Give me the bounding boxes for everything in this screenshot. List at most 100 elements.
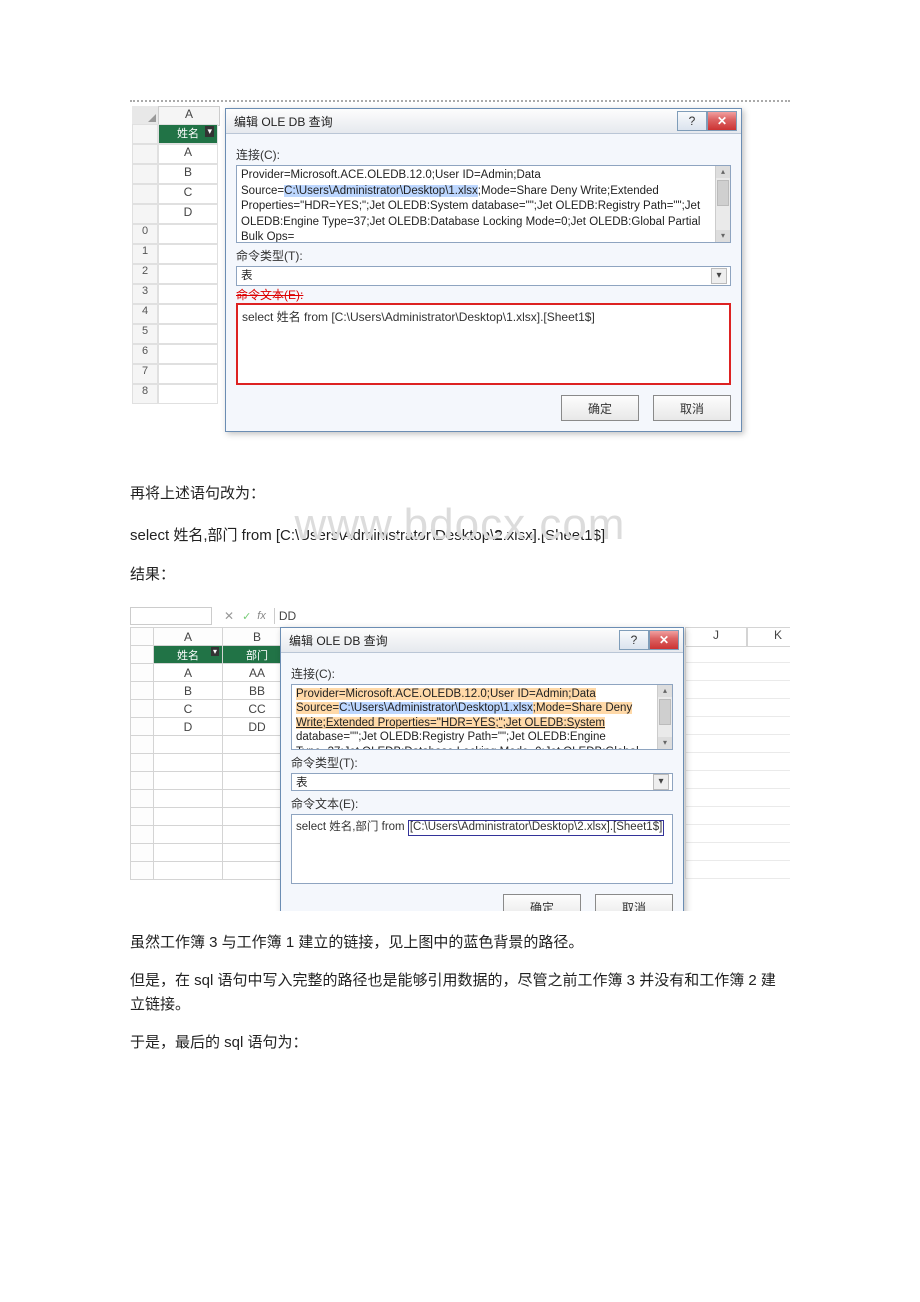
ok-button[interactable]: 确定 — [503, 894, 581, 911]
select-all-cell[interactable] — [132, 106, 159, 124]
formula-bar: ✕ ✓ fx DD — [130, 607, 790, 625]
row-header[interactable]: 1 — [132, 244, 158, 264]
cell[interactable] — [158, 304, 218, 324]
row-header[interactable] — [132, 144, 158, 164]
connection-textarea[interactable]: Provider=Microsoft.ACE.OLEDB.12.0;User I… — [236, 165, 731, 243]
cell[interactable]: A — [158, 144, 218, 164]
dialog-titlebar[interactable]: 编辑 OLE DB 查询 ? ✕ — [281, 628, 683, 653]
row-header[interactable]: 5 — [132, 324, 158, 344]
scrollbar[interactable]: ▴ ▾ — [715, 166, 730, 242]
row-header[interactable] — [131, 646, 154, 664]
scroll-down-icon[interactable]: ▾ — [716, 230, 730, 242]
row-header[interactable] — [132, 204, 158, 224]
formula-bar-value[interactable]: DD — [279, 609, 296, 623]
select-all-cell[interactable] — [131, 628, 154, 646]
conn-text-highlight: ;Mode=Share Deny — [533, 702, 632, 714]
scroll-thumb[interactable] — [717, 180, 729, 206]
separator — [274, 608, 275, 624]
cell[interactable]: D — [154, 718, 223, 736]
page: A 0 1 2 3 4 5 6 7 8 姓名 A B C D — [0, 0, 920, 1302]
cell[interactable] — [158, 264, 218, 284]
dialog-title: 编辑 OLE DB 查询 — [234, 113, 333, 130]
cell[interactable]: A — [154, 664, 223, 682]
command-type-select[interactable]: 表 — [291, 773, 673, 791]
row-header[interactable] — [132, 164, 158, 184]
scroll-up-icon[interactable]: ▴ — [658, 685, 672, 697]
conn-path-highlight: C:\Users\Administrator\Desktop\1.xlsx — [284, 185, 478, 197]
dialog-titlebar[interactable]: 编辑 OLE DB 查询 ? ✕ — [226, 109, 741, 134]
worksheet-grid: A B 姓名 部门 AAA BBB CCC DDD — [130, 627, 292, 880]
cell[interactable] — [158, 284, 218, 304]
paragraph: 于是，最后的 sql 语句为： — [130, 1031, 790, 1055]
command-type-value: 表 — [241, 270, 253, 282]
row-header[interactable] — [131, 700, 154, 718]
cell[interactable] — [158, 384, 218, 404]
row-headers: 0 1 2 3 4 5 6 7 8 — [132, 124, 158, 404]
row-header[interactable] — [131, 682, 154, 700]
paragraph: 但是，在 sql 语句中写入完整的路径也是能够引用数据的，尽管之前工作簿 3 并… — [130, 969, 790, 1017]
command-text-value: select 姓名 from [C:\Users\Administrator\D… — [242, 310, 595, 324]
paragraph: 虽然工作簿 3 与工作簿 1 建立的链接，见上图中的蓝色背景的路径。 — [130, 931, 790, 955]
cell[interactable] — [158, 244, 218, 264]
data-column-A: 姓名 A B C D — [158, 124, 218, 404]
table-header-name[interactable]: 姓名 — [154, 646, 223, 664]
cell[interactable]: C — [158, 184, 218, 204]
command-text-label: 命令文本(E): — [291, 795, 673, 812]
cell[interactable]: D — [158, 204, 218, 224]
row-header[interactable]: 3 — [132, 284, 158, 304]
column-header-A[interactable]: A — [158, 106, 220, 126]
cell[interactable] — [158, 224, 218, 244]
connection-textarea[interactable]: Provider=Microsoft.ACE.OLEDB.12.0;User I… — [291, 684, 673, 750]
row-header[interactable] — [131, 718, 154, 736]
close-icon[interactable]: ✕ — [649, 630, 679, 650]
conn-text-struck: Write;Extended Properties="HDR=YES;";Jet… — [296, 717, 605, 729]
scroll-down-icon[interactable]: ▾ — [658, 737, 672, 749]
row-header[interactable]: 8 — [132, 384, 158, 404]
name-box[interactable] — [130, 607, 212, 625]
help-icon[interactable]: ? — [619, 630, 649, 650]
command-text-label-struck: 命令文本(E): — [236, 286, 731, 303]
cell[interactable]: C — [154, 700, 223, 718]
enter-icon[interactable]: ✓ — [242, 610, 251, 623]
connection-label: 连接(C): — [236, 146, 731, 163]
column-header[interactable]: K — [747, 627, 790, 647]
ok-button[interactable]: 确定 — [561, 395, 639, 421]
row-header[interactable]: 7 — [132, 364, 158, 384]
cell[interactable] — [158, 344, 218, 364]
cell[interactable] — [158, 364, 218, 384]
figure-2: ✕ ✓ fx DD A B 姓名 部门 AAA BBB CCC — [130, 601, 790, 911]
command-text-textarea[interactable]: select 姓名,部门 from [C:\Users\Administrato… — [291, 814, 673, 884]
close-icon[interactable]: ✕ — [707, 111, 737, 131]
figure-1: A 0 1 2 3 4 5 6 7 8 姓名 A B C D — [130, 100, 790, 462]
scroll-up-icon[interactable]: ▴ — [716, 166, 730, 178]
cancel-button[interactable]: 取消 — [595, 894, 673, 911]
watermark: www.bdocx.com — [295, 500, 626, 550]
cell[interactable] — [158, 324, 218, 344]
cell[interactable]: B — [158, 164, 218, 184]
help-icon[interactable]: ? — [677, 111, 707, 131]
fx-icon[interactable]: fx — [257, 610, 266, 622]
conn-path-highlight: C:\Users\Administrator\Desktop\1.xlsx — [339, 702, 533, 714]
cell[interactable]: B — [154, 682, 223, 700]
row-header[interactable]: 6 — [132, 344, 158, 364]
row-header[interactable] — [132, 184, 158, 204]
row-header[interactable] — [132, 124, 158, 144]
column-header[interactable]: J — [685, 627, 747, 647]
ole-db-query-dialog: 编辑 OLE DB 查询 ? ✕ 连接(C): Provider=Microso… — [225, 108, 742, 432]
column-header[interactable]: A — [154, 628, 223, 646]
cancel-icon[interactable]: ✕ — [224, 609, 234, 623]
command-text-textarea[interactable]: select 姓名 from [C:\Users\Administrator\D… — [236, 303, 731, 385]
command-text-prefix: select 姓名,部门 from — [296, 821, 408, 833]
connection-label: 连接(C): — [291, 665, 673, 682]
cancel-button[interactable]: 取消 — [653, 395, 731, 421]
scrollbar[interactable]: ▴ ▾ — [657, 685, 672, 749]
row-header[interactable] — [131, 664, 154, 682]
row-header[interactable]: 4 — [132, 304, 158, 324]
command-type-select[interactable]: 表 — [236, 266, 731, 286]
row-header[interactable]: 2 — [132, 264, 158, 284]
scroll-thumb[interactable] — [659, 699, 671, 725]
command-type-label: 命令类型(T): — [291, 754, 673, 771]
command-text-path-boxed: [C:\Users\Administrator\Desktop\2.xlsx].… — [408, 820, 664, 836]
row-header[interactable]: 0 — [132, 224, 158, 244]
table-header-name[interactable]: 姓名 — [158, 124, 218, 144]
